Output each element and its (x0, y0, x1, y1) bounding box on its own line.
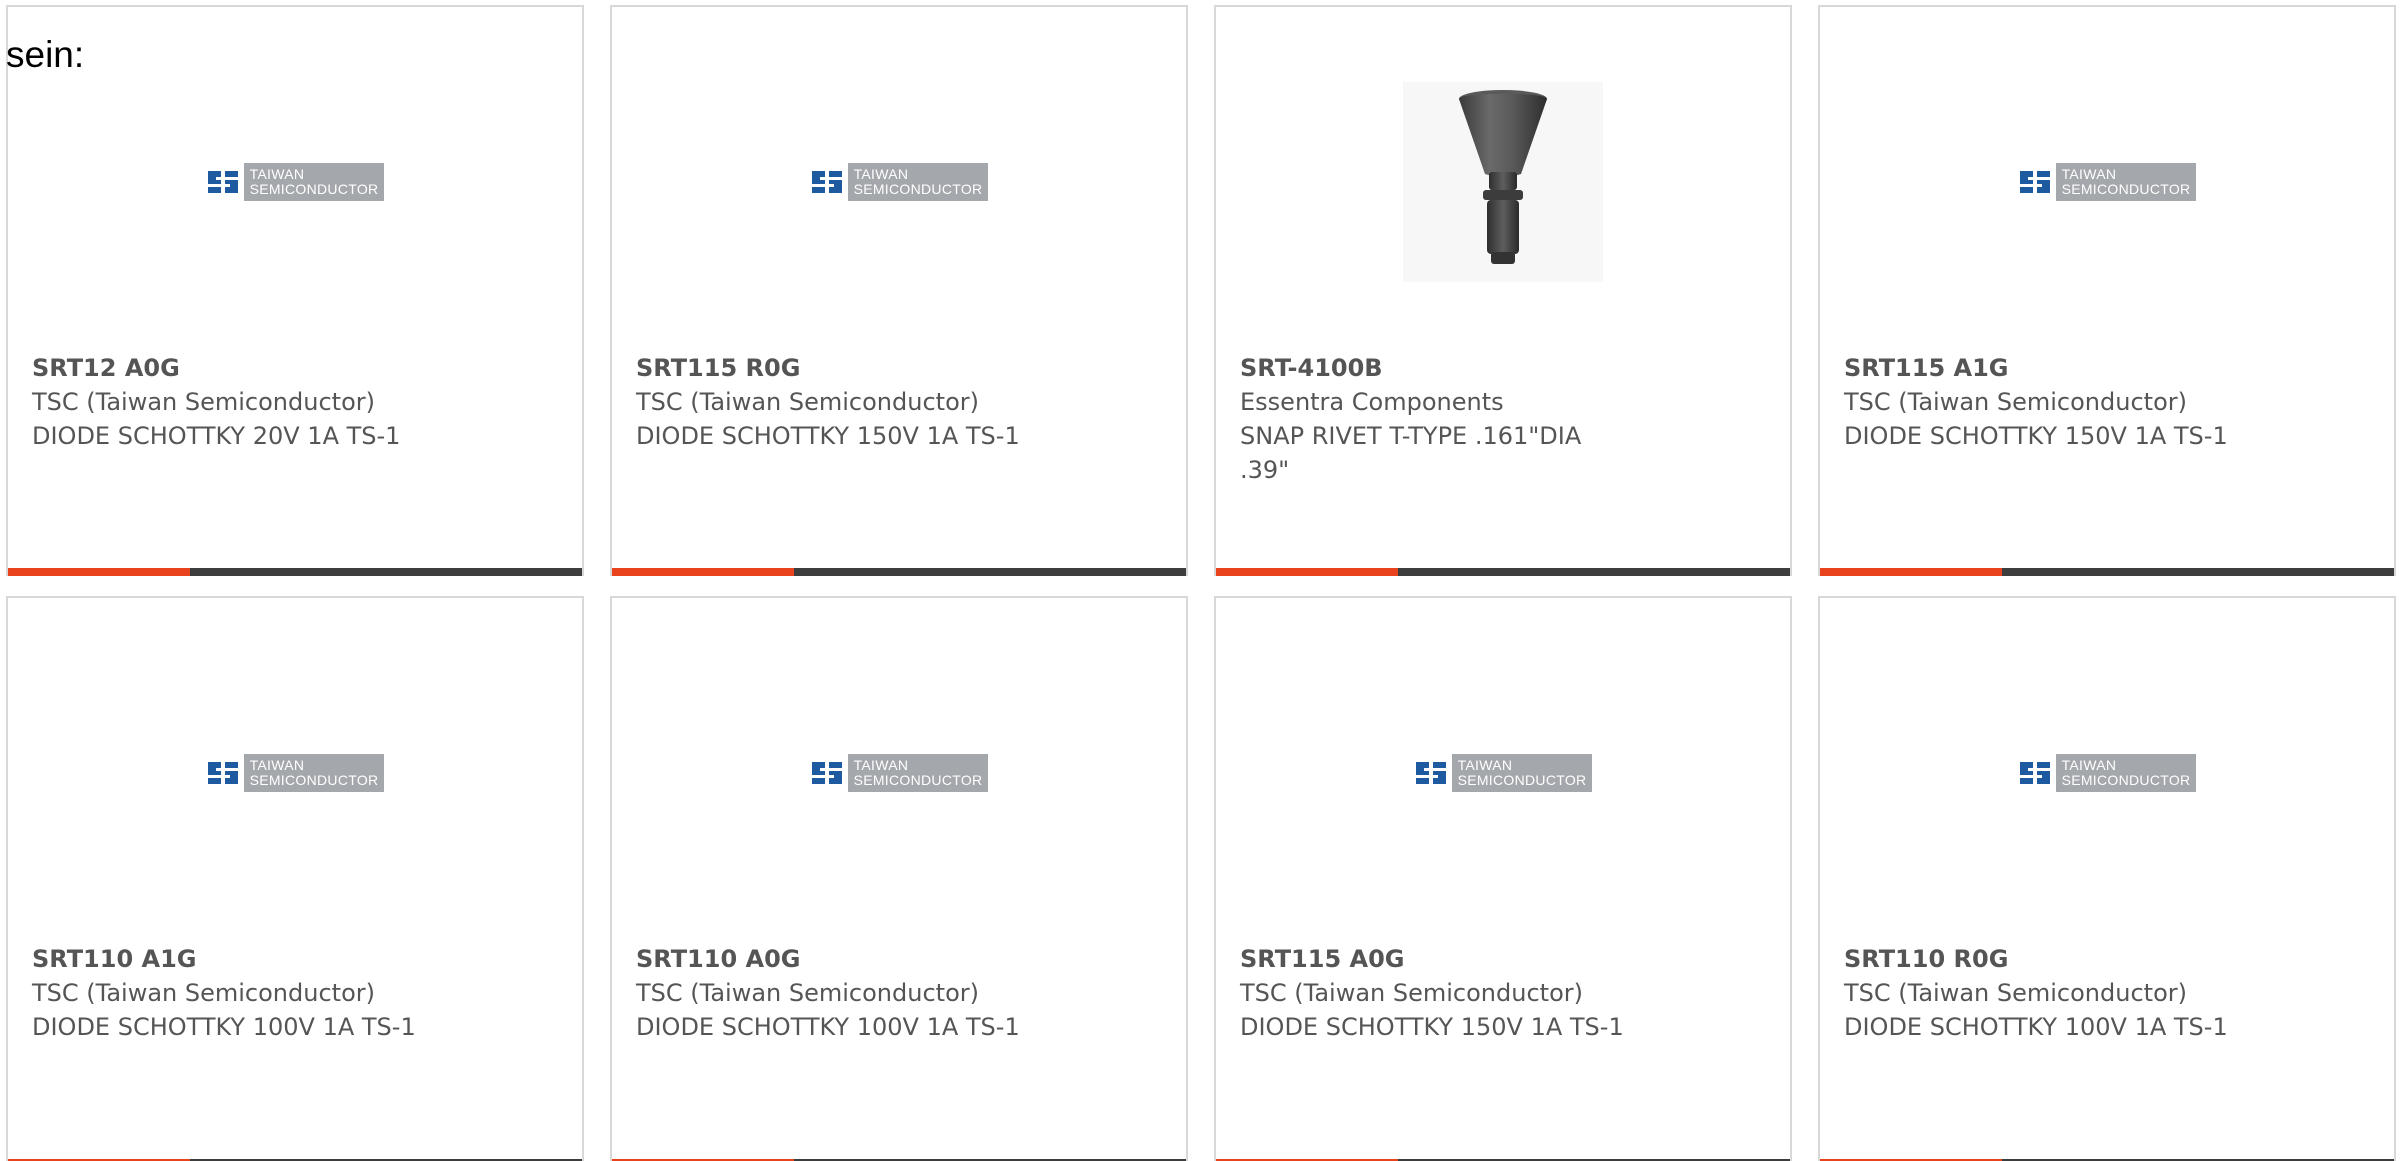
card-bottom-bar (8, 568, 582, 576)
logo-line2: SEMICONDUCTOR (2061, 772, 2191, 788)
product-card[interactable]: TAIWAN SEMICONDUCTOR SRT115 A1G TSC (Tai… (1818, 5, 2396, 576)
product-info: SRT12 A0G TSC (Taiwan Semiconductor) DIO… (32, 351, 422, 453)
product-image: TAIWAN SEMICONDUCTOR (8, 658, 582, 888)
description: SNAP RIVET T-TYPE .161"DIA .39" (1240, 422, 1582, 484)
product-info: SRT-4100B Essentra Components SNAP RIVET… (1240, 351, 1630, 487)
snap-rivet-icon (1403, 82, 1603, 282)
logo-line2: SEMICONDUCTOR (853, 772, 983, 788)
tsc-logo: TAIWAN SEMICONDUCTOR (809, 753, 989, 793)
description: DIODE SCHOTTKY 150V 1A TS-1 (1240, 1013, 1624, 1041)
logo-line1: TAIWAN (249, 757, 305, 773)
manufacturer: TSC (Taiwan Semiconductor) (1240, 979, 1583, 1007)
tsc-logo-mark-icon (809, 756, 844, 790)
manufacturer: TSC (Taiwan Semiconductor) (32, 979, 375, 1007)
product-card[interactable]: TAIWAN SEMICONDUCTOR SRT12 A0G TSC (Taiw… (6, 5, 584, 576)
tsc-logo: TAIWAN SEMICONDUCTOR (205, 753, 385, 793)
product-card[interactable]: TAIWAN SEMICONDUCTOR SRT110 R0G TSC (Tai… (1818, 596, 2396, 1161)
manufacturer: TSC (Taiwan Semiconductor) (1844, 388, 2187, 416)
product-image: TAIWAN SEMICONDUCTOR (612, 658, 1186, 888)
product-card[interactable]: TAIWAN SEMICONDUCTOR SRT110 A0G TSC (Tai… (610, 596, 1188, 1161)
tsc-logo-plate: TAIWAN SEMICONDUCTOR (2055, 163, 2197, 201)
product-image: TAIWAN SEMICONDUCTOR (1820, 67, 2394, 297)
card-bottom-bar (1216, 568, 1790, 576)
tsc-logo-plate: TAIWAN SEMICONDUCTOR (847, 754, 989, 792)
part-number[interactable]: SRT115 R0G (636, 351, 1026, 385)
tsc-logo: TAIWAN SEMICONDUCTOR (809, 162, 989, 202)
product-info: SRT115 R0G TSC (Taiwan Semiconductor) DI… (636, 351, 1026, 453)
description: DIODE SCHOTTKY 100V 1A TS-1 (1844, 1013, 2228, 1041)
intro-text: sein: (6, 34, 85, 75)
tsc-logo-mark-icon (205, 165, 240, 199)
tsc-logo-mark-icon (2017, 165, 2052, 199)
logo-line1: TAIWAN (1457, 757, 1513, 773)
tsc-logo-plate: TAIWAN SEMICONDUCTOR (1451, 754, 1593, 792)
product-info: SRT110 A1G TSC (Taiwan Semiconductor) DI… (32, 942, 422, 1044)
tsc-logo-mark-icon (2017, 756, 2052, 790)
logo-line2: SEMICONDUCTOR (249, 181, 379, 197)
product-info: SRT115 A0G TSC (Taiwan Semiconductor) DI… (1240, 942, 1630, 1044)
part-number[interactable]: SRT-4100B (1240, 351, 1630, 385)
card-bottom-bar (612, 568, 1186, 576)
tsc-logo-mark-icon (809, 165, 844, 199)
logo-line1: TAIWAN (853, 166, 909, 182)
manufacturer: TSC (Taiwan Semiconductor) (32, 388, 375, 416)
part-number[interactable]: SRT110 A1G (32, 942, 422, 976)
logo-line2: SEMICONDUCTOR (2061, 181, 2191, 197)
card-bottom-bar (1820, 568, 2394, 576)
card-accent (1216, 568, 1398, 576)
description: DIODE SCHOTTKY 150V 1A TS-1 (636, 422, 1020, 450)
product-image (1216, 67, 1790, 297)
card-accent (1820, 568, 2002, 576)
manufacturer: TSC (Taiwan Semiconductor) (636, 979, 979, 1007)
tsc-logo: TAIWAN SEMICONDUCTOR (205, 162, 385, 202)
tsc-logo-mark-icon (1413, 756, 1448, 790)
tsc-logo-plate: TAIWAN SEMICONDUCTOR (847, 163, 989, 201)
product-grid: TAIWAN SEMICONDUCTOR SRT12 A0G TSC (Taiw… (6, 5, 2396, 1161)
part-number[interactable]: SRT110 A0G (636, 942, 1026, 976)
product-image: TAIWAN SEMICONDUCTOR (8, 67, 582, 297)
product-image: TAIWAN SEMICONDUCTOR (612, 67, 1186, 297)
tsc-logo-plate: TAIWAN SEMICONDUCTOR (2055, 754, 2197, 792)
description: DIODE SCHOTTKY 100V 1A TS-1 (32, 1013, 416, 1041)
description: DIODE SCHOTTKY 20V 1A TS-1 (32, 422, 401, 450)
logo-line2: SEMICONDUCTOR (853, 181, 983, 197)
logo-line2: SEMICONDUCTOR (1457, 772, 1587, 788)
tsc-logo-plate: TAIWAN SEMICONDUCTOR (243, 754, 385, 792)
part-number[interactable]: SRT115 A0G (1240, 942, 1630, 976)
tsc-logo-mark-icon (205, 756, 240, 790)
part-number[interactable]: SRT12 A0G (32, 351, 422, 385)
description: DIODE SCHOTTKY 150V 1A TS-1 (1844, 422, 2228, 450)
manufacturer: Essentra Components (1240, 388, 1504, 416)
tsc-logo: TAIWAN SEMICONDUCTOR (1413, 753, 1593, 793)
product-info: SRT110 R0G TSC (Taiwan Semiconductor) DI… (1844, 942, 2234, 1044)
product-image: TAIWAN SEMICONDUCTOR (1216, 658, 1790, 888)
tsc-logo: TAIWAN SEMICONDUCTOR (2017, 162, 2197, 202)
manufacturer: TSC (Taiwan Semiconductor) (1844, 979, 2187, 1007)
part-number[interactable]: SRT115 A1G (1844, 351, 2234, 385)
logo-line1: TAIWAN (2061, 757, 2117, 773)
tsc-logo: TAIWAN SEMICONDUCTOR (2017, 753, 2197, 793)
description: DIODE SCHOTTKY 100V 1A TS-1 (636, 1013, 1020, 1041)
product-image: TAIWAN SEMICONDUCTOR (1820, 658, 2394, 888)
logo-line2: SEMICONDUCTOR (249, 772, 379, 788)
logo-line1: TAIWAN (853, 757, 909, 773)
product-card[interactable]: TAIWAN SEMICONDUCTOR SRT110 A1G TSC (Tai… (6, 596, 584, 1161)
product-card[interactable]: TAIWAN SEMICONDUCTOR SRT115 R0G TSC (Tai… (610, 5, 1188, 576)
product-card[interactable]: TAIWAN SEMICONDUCTOR SRT115 A0G TSC (Tai… (1214, 596, 1792, 1161)
product-listing-page: sein: TAIWAN SEMICONDUCTOR SRT12 A0G TSC… (0, 0, 2400, 1161)
product-info: SRT110 A0G TSC (Taiwan Semiconductor) DI… (636, 942, 1026, 1044)
manufacturer: TSC (Taiwan Semiconductor) (636, 388, 979, 416)
logo-line1: TAIWAN (2061, 166, 2117, 182)
tsc-logo-plate: TAIWAN SEMICONDUCTOR (243, 163, 385, 201)
product-info: SRT115 A1G TSC (Taiwan Semiconductor) DI… (1844, 351, 2234, 453)
card-accent (612, 568, 794, 576)
card-accent (8, 568, 190, 576)
logo-line1: TAIWAN (249, 166, 305, 182)
part-number[interactable]: SRT110 R0G (1844, 942, 2234, 976)
product-card[interactable]: SRT-4100B Essentra Components SNAP RIVET… (1214, 5, 1792, 576)
